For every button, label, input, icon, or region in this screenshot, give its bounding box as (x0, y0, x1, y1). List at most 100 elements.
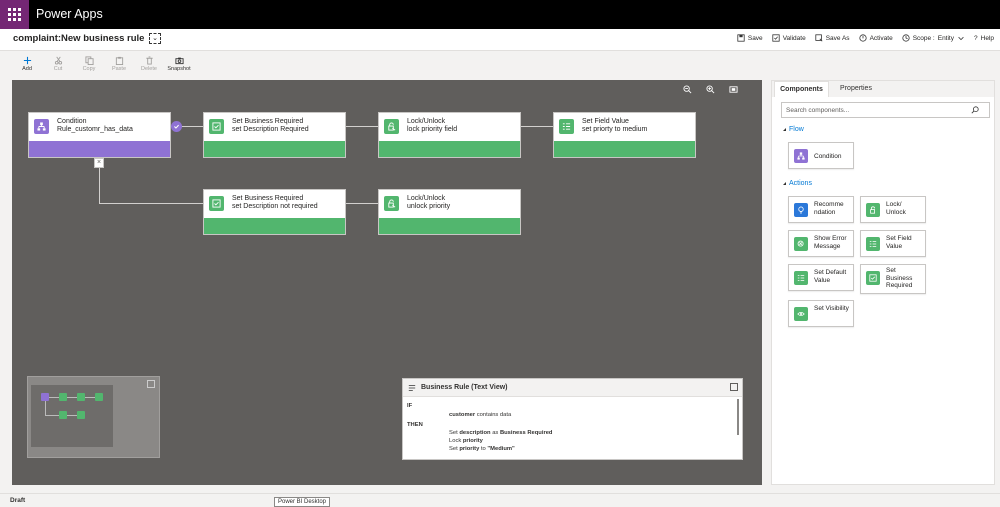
field-value-icon (559, 119, 574, 134)
component-lock-unlock[interactable]: Lock/ Unlock (860, 196, 926, 223)
node-title: Set Business Required (232, 118, 304, 125)
component-label: Set Field Value (886, 235, 912, 250)
condition-true-check-icon (171, 121, 182, 132)
save-as-button[interactable]: Save As (815, 34, 850, 42)
minimap[interactable] (27, 376, 160, 458)
expand-text-view-icon[interactable] (730, 383, 738, 391)
business-required-icon (209, 119, 224, 134)
minimap-line (45, 415, 59, 416)
set-business-required-node[interactable]: Set Business Required set Description Re… (203, 112, 346, 158)
lock-unlock-node[interactable]: Lock/Unlock lock priority field (378, 112, 521, 158)
node-subtitle: set Description Required (232, 126, 309, 133)
app-name[interactable]: Power Apps (36, 7, 103, 21)
connector-line (521, 126, 553, 127)
chevron-down-icon (958, 36, 964, 41)
collapse-triangle-icon (780, 127, 786, 131)
component-label: Set Visibility (814, 305, 849, 312)
component-set-default-value[interactable]: Set Default Value (788, 264, 854, 291)
search-components-input[interactable]: Search components... (781, 102, 990, 118)
copy-icon (84, 55, 94, 65)
save-as-icon (815, 34, 823, 42)
fit-to-screen-icon[interactable] (729, 85, 738, 94)
set-business-required-node[interactable]: Set Business Required set Description no… (203, 189, 346, 235)
condition-icon (34, 119, 49, 134)
plus-icon (23, 56, 31, 64)
app-launcher-button[interactable] (0, 0, 29, 29)
business-required-icon (866, 271, 880, 285)
minimap-line (85, 397, 95, 398)
component-label: Condition (814, 153, 842, 160)
trash-icon (145, 55, 153, 65)
action-line: Set priority to "Medium" (449, 446, 515, 452)
panel-tabs: Components Properties (772, 81, 994, 97)
status-bar: Draft (0, 493, 1000, 507)
snapshot-label: Snapshot (167, 66, 191, 72)
designer-canvas[interactable]: Condition Rule_customr_has_data × Set Bu… (12, 80, 762, 485)
toolbar: Add Cut Copy Paste Delete Snapshot (0, 51, 1000, 80)
scope-value: Entity (937, 34, 954, 42)
taskbar-tooltip: Power BI Desktop (274, 497, 330, 507)
actions-label: Actions (789, 180, 812, 187)
search-icon[interactable] (971, 106, 979, 114)
field-value-icon (866, 237, 880, 251)
minimap-node (77, 393, 85, 401)
minimap-viewport (31, 385, 113, 447)
paste-button[interactable]: Paste (105, 54, 133, 72)
activate-label: Activate (869, 34, 893, 42)
component-label: Lock/ Unlock (886, 201, 906, 216)
component-label: Show Error Message (814, 235, 847, 250)
flow-section-header[interactable]: Flow (780, 126, 804, 133)
component-label: Set Business Required (886, 267, 913, 289)
paste-icon (115, 56, 123, 65)
add-button[interactable]: Add (13, 54, 41, 72)
validate-button[interactable]: Validate (772, 34, 806, 42)
node-subtitle: set Description not required (232, 203, 318, 210)
cut-label: Cut (53, 66, 63, 72)
text-view-title: Business Rule (Text View) (421, 384, 508, 391)
zoom-out-icon[interactable] (683, 85, 692, 94)
node-title: Condition (57, 118, 87, 125)
actions-section-header[interactable]: Actions (780, 180, 812, 187)
text-view-panel[interactable]: Business Rule (Text View) IF customer co… (402, 378, 743, 460)
save-label: Save (747, 34, 763, 42)
help-button[interactable]: ? Help (974, 34, 994, 42)
delete-label: Delete (141, 66, 157, 72)
add-label: Add (22, 66, 32, 72)
snapshot-button[interactable]: Snapshot (165, 54, 193, 72)
scope-dropdown[interactable]: Scope : Entity (902, 34, 965, 42)
component-set-business-required[interactable]: Set Business Required (860, 264, 926, 294)
copy-label: Copy (82, 66, 96, 72)
activate-button[interactable]: Activate (858, 34, 893, 42)
status-label: Draft (10, 497, 26, 504)
save-button[interactable]: Save (737, 34, 763, 42)
node-subtitle: unlock priority (407, 203, 451, 210)
components-panel: Components Properties Search components.… (771, 80, 995, 485)
tab-components[interactable]: Components (774, 81, 829, 97)
delete-button[interactable]: Delete (135, 54, 163, 72)
node-bar (204, 218, 345, 234)
rule-title-dropdown-button[interactable]: ⌄ (149, 33, 162, 44)
component-set-visibility[interactable]: Set Visibility (788, 300, 854, 327)
scope-label: Scope : (912, 34, 935, 42)
save-as-label: Save As (825, 34, 850, 42)
component-condition[interactable]: Condition (788, 142, 854, 169)
component-recommendation[interactable]: Recomme ndation (788, 196, 854, 223)
component-show-error-message[interactable]: Show Error Message (788, 230, 854, 257)
save-icon (737, 34, 745, 42)
lock-unlock-node[interactable]: Lock/Unlock unlock priority (378, 189, 521, 235)
set-field-value-node[interactable]: Set Field Value set priorty to medium (553, 112, 696, 158)
tab-properties[interactable]: Properties (831, 81, 881, 97)
validate-icon (772, 34, 780, 42)
node-subtitle: Rule_customr_has_data (57, 126, 133, 133)
copy-button[interactable]: Copy (75, 54, 103, 72)
expand-minimap-icon[interactable] (147, 380, 155, 388)
cut-button[interactable]: Cut (44, 54, 72, 72)
lock-icon (384, 119, 399, 134)
node-subtitle: set priorty to medium (582, 126, 648, 133)
zoom-in-icon[interactable] (706, 85, 715, 94)
component-set-field-value[interactable]: Set Field Value (860, 230, 926, 257)
minimap-node (59, 411, 67, 419)
condition-node[interactable]: Condition Rule_customr_has_data (28, 112, 171, 158)
clock-icon (902, 34, 910, 42)
text-view-scrollbar[interactable] (737, 399, 739, 435)
